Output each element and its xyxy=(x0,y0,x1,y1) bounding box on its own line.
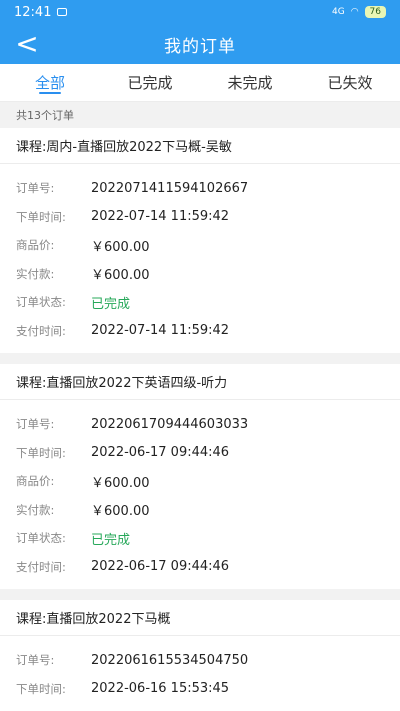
payment-time-label: 支付时间: xyxy=(16,559,66,574)
top-navigation: < 我的订单 xyxy=(0,24,400,64)
status-left: 12:41 xyxy=(14,4,68,20)
order-details: 订单号: 2022071411594102667 下单时间: 2022-07-14 … xyxy=(0,164,400,353)
order-time-row: 下单时间: 2022-07-14 11:59:42 xyxy=(16,203,400,232)
paid-amount-row: 实付款: ￥600.00 xyxy=(16,260,400,289)
order-tabs: 全部 已完成 未完成 已失效 xyxy=(0,64,400,102)
tab-uncompleted[interactable]: 未完成 xyxy=(200,64,300,93)
order-status-value: 已完成 xyxy=(91,532,131,548)
order-number-row: 订单号: 2022061709444603033 xyxy=(16,410,400,439)
back-icon: < xyxy=(15,27,39,60)
order-time-label: 下单时间: xyxy=(16,445,66,460)
back-button[interactable]: < xyxy=(14,27,40,60)
order-number-label: 订单号: xyxy=(16,417,55,432)
order-status-label: 订单状态: xyxy=(16,295,66,310)
product-price-value: ￥600.00 xyxy=(91,239,150,255)
page-title: 我的订单 xyxy=(164,36,236,57)
course-title: 课程: 直播回放2022下英语四级-听力 xyxy=(0,364,400,400)
payment-time-row: 支付时间: 2022-06-17 09:44:46 xyxy=(16,553,400,582)
order-list[interactable]: 课程: 周内-直播回放2022下马概-吴敏 订单号: 20220714115941… xyxy=(0,128,400,711)
tab-completed[interactable]: 已完成 xyxy=(100,64,200,93)
product-price-label: 商品价: xyxy=(16,474,55,489)
network-icon: 4G xyxy=(331,7,345,17)
payment-time-value: 2022-07-14 11:59:42 xyxy=(91,323,230,339)
notification-icon xyxy=(57,8,68,16)
product-price-row: 商品价: ￥600.00 xyxy=(16,467,400,496)
clock: 12:41 xyxy=(14,4,52,20)
order-number-label: 订单号: xyxy=(16,653,55,668)
order-time-label: 下单时间: xyxy=(16,681,66,696)
order-details: 订单号: 2022061709444603033 下单时间: 2022-06-17 … xyxy=(0,400,400,589)
order-time-value: 2022-07-14 11:59:42 xyxy=(91,209,230,225)
status-bar: 12:41 4G ◠ 76 xyxy=(0,0,400,24)
course-title: 课程: 直播回放2022下马概 xyxy=(0,600,400,636)
order-time-row: 下单时间: 2022-06-16 15:53:45 xyxy=(16,675,400,704)
product-price-value: ￥600.00 xyxy=(91,475,150,491)
status-right: 4G ◠ 76 xyxy=(332,6,386,18)
course-label: 课程: xyxy=(16,612,47,627)
order-number-value: 2022061709444603033 xyxy=(91,416,249,432)
tab-expired[interactable]: 已失效 xyxy=(300,64,400,93)
course-title: 课程: 周内-直播回放2022下马概-吴敏 xyxy=(0,128,400,164)
order-status-row: 订单状态: 已完成 xyxy=(16,524,400,553)
paid-amount-label: 实付款: xyxy=(16,502,55,517)
payment-time-row: 支付时间: 2022-07-14 11:59:42 xyxy=(16,317,400,346)
course-name: 直播回放2022下英语四级-听力 xyxy=(46,376,228,391)
paid-amount-label: 实付款: xyxy=(16,266,55,281)
order-card[interactable]: 课程: 直播回放2022下马概 订单号: 2022061615534504750 … xyxy=(0,600,400,711)
order-status-row: 订单状态: 已完成 xyxy=(16,288,400,317)
paid-amount-row: 实付款: ￥600.00 xyxy=(16,496,400,525)
order-count-summary: 共13个订单 xyxy=(0,102,400,128)
order-number-label: 订单号: xyxy=(16,181,55,196)
course-name: 直播回放2022下马概 xyxy=(46,612,171,627)
course-label: 课程: xyxy=(16,376,47,391)
order-time-value: 2022-06-17 09:44:46 xyxy=(91,445,230,461)
order-number-row: 订单号: 2022061615534504750 xyxy=(16,646,400,675)
tab-all[interactable]: 全部 xyxy=(0,64,100,94)
order-details: 订单号: 2022061615534504750 下单时间: 2022-06-16 … xyxy=(0,636,400,711)
product-price-row: 商品价: ￥600.00 xyxy=(16,231,400,260)
order-status-label: 订单状态: xyxy=(16,531,66,546)
payment-time-value: 2022-06-17 09:44:46 xyxy=(91,559,230,575)
order-number-value: 2022071411594102667 xyxy=(91,180,249,196)
order-status-value: 已完成 xyxy=(91,296,131,312)
paid-amount-value: ￥600.00 xyxy=(91,504,150,520)
course-label: 课程: xyxy=(16,140,47,155)
order-card[interactable]: 课程: 周内-直播回放2022下马概-吴敏 订单号: 20220714115941… xyxy=(0,128,400,353)
paid-amount-value: ￥600.00 xyxy=(91,268,150,284)
order-card[interactable]: 课程: 直播回放2022下英语四级-听力 订单号: 202206170944460… xyxy=(0,364,400,589)
battery-indicator: 76 xyxy=(364,6,386,18)
order-time-value: 2022-06-16 15:53:45 xyxy=(91,681,230,697)
payment-time-label: 支付时间: xyxy=(16,323,66,338)
course-name: 周内-直播回放2022下马概-吴敏 xyxy=(46,140,232,155)
order-time-label: 下单时间: xyxy=(16,209,66,224)
wifi-icon: ◠ xyxy=(350,7,359,17)
order-number-row: 订单号: 2022071411594102667 xyxy=(16,174,400,203)
order-time-row: 下单时间: 2022-06-17 09:44:46 xyxy=(16,439,400,468)
order-number-value: 2022061615534504750 xyxy=(91,652,249,668)
product-price-label: 商品价: xyxy=(16,238,55,253)
